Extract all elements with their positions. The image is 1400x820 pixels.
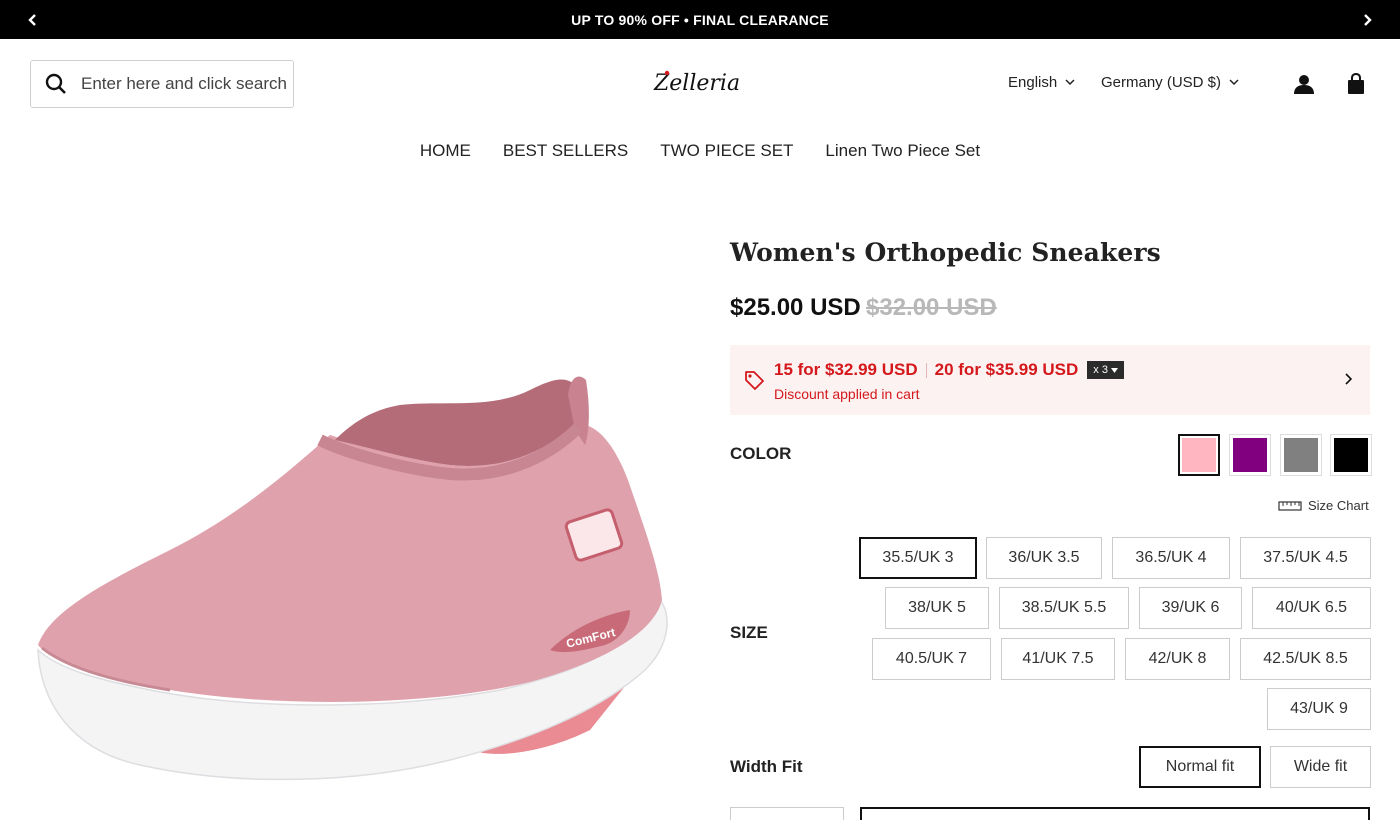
nav-item-two-piece-set[interactable]: TWO PIECE SET	[660, 141, 793, 161]
product-title: Women's Orthopedic Sneakers	[730, 238, 1161, 267]
nav-item-linen-two-piece-set[interactable]: Linen Two Piece Set	[825, 141, 980, 161]
ruler-icon	[1278, 500, 1302, 511]
promo-offer-2: 20 for $35.99 USD	[934, 360, 1079, 379]
promo-offer-1: 15 for $32.99 USD	[774, 360, 918, 379]
announcement-bar: UP TO 90% OFF • FINAL CLEARANCE	[0, 0, 1400, 39]
quantity-stepper[interactable]	[730, 807, 844, 820]
color-swatch-purple[interactable]	[1229, 434, 1271, 476]
announcement-text: UP TO 90% OFF • FINAL CLEARANCE	[571, 11, 829, 28]
nav-item-home[interactable]: HOME	[420, 141, 471, 161]
currency-selector[interactable]: Germany (USD $)	[1101, 74, 1239, 91]
language-label: English	[1008, 74, 1058, 91]
promo-note: Discount applied in cart	[774, 386, 920, 402]
bundle-promo[interactable]: 15 for $32.99 USD 20 for $35.99 USD x 3 …	[730, 345, 1370, 415]
size-option[interactable]: 40/UK 6.5	[1252, 587, 1371, 629]
size-option[interactable]: 37.5/UK 4.5	[1240, 537, 1371, 579]
cart-icon[interactable]	[1344, 72, 1368, 96]
width-fit-label: Width Fit	[730, 757, 803, 776]
add-to-cart-button[interactable]	[860, 807, 1370, 820]
size-option[interactable]: 38.5/UK 5.5	[999, 587, 1129, 629]
product-price: $25.00 USD	[730, 294, 861, 321]
search-icon[interactable]	[31, 61, 81, 107]
chevron-left-icon[interactable]	[22, 9, 44, 31]
size-chart-label: Size Chart	[1308, 498, 1369, 513]
search-bar	[30, 60, 294, 108]
currency-label: Germany (USD $)	[1101, 74, 1222, 91]
price-tag-icon	[743, 369, 765, 396]
account-icon[interactable]	[1292, 72, 1316, 96]
size-option[interactable]: 42.5/UK 8.5	[1240, 638, 1371, 680]
nav-item-best-sellers[interactable]: BEST SELLERS	[503, 141, 628, 161]
chevron-down-icon	[1229, 79, 1239, 86]
product-compare-price: $32.00 USD	[866, 294, 997, 321]
caret-down-icon	[1110, 367, 1118, 373]
color-label: COLOR	[730, 444, 792, 463]
size-option[interactable]: 39/UK 6	[1139, 587, 1242, 629]
size-option[interactable]: 43/UK 9	[1267, 688, 1371, 730]
size-option[interactable]: 38/UK 5	[885, 587, 989, 629]
promo-offers: 15 for $32.99 USD 20 for $35.99 USD x 3	[774, 360, 1124, 380]
chevron-down-icon	[1065, 79, 1075, 86]
size-option[interactable]: 35.5/UK 3	[859, 537, 977, 579]
size-label: SIZE	[730, 623, 768, 642]
quantity-badge-text: x 3	[1093, 364, 1108, 376]
width-option-wide[interactable]: Wide fit	[1270, 746, 1371, 788]
width-option-normal[interactable]: Normal fit	[1139, 746, 1261, 788]
color-swatch-pink[interactable]	[1178, 434, 1220, 476]
chevron-right-icon[interactable]	[1356, 9, 1378, 31]
divider	[925, 362, 927, 378]
brand-logo[interactable]: Zelleria	[652, 68, 748, 98]
chevron-right-icon	[1344, 372, 1353, 390]
size-option[interactable]: 36.5/UK 4	[1112, 537, 1230, 579]
product-image[interactable]: ComFort	[30, 230, 690, 820]
color-swatch-gray[interactable]	[1280, 434, 1322, 476]
size-chart-link[interactable]: Size Chart	[1278, 498, 1369, 513]
size-option[interactable]: 40.5/UK 7	[872, 638, 991, 680]
quantity-badge[interactable]: x 3	[1087, 361, 1124, 379]
size-option[interactable]: 41/UK 7.5	[1001, 638, 1115, 680]
color-swatch-black[interactable]	[1330, 434, 1372, 476]
size-option[interactable]: 36/UK 3.5	[986, 537, 1102, 579]
main-nav: HOME BEST SELLERS TWO PIECE SET Linen Tw…	[0, 141, 1400, 161]
language-selector[interactable]: English	[1008, 74, 1075, 91]
size-option[interactable]: 42/UK 8	[1125, 638, 1230, 680]
search-input[interactable]	[81, 74, 291, 94]
